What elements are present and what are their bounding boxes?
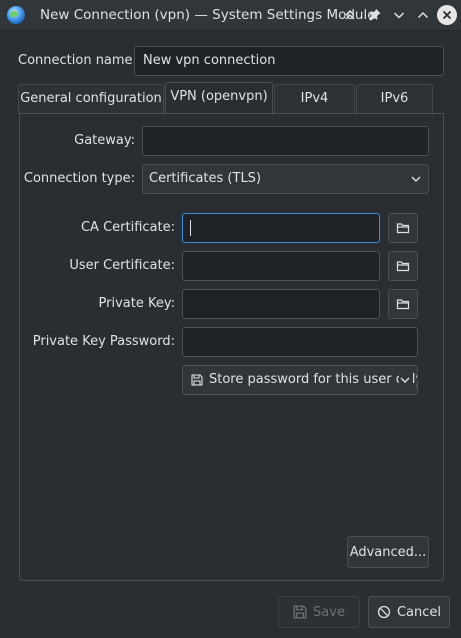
user-certificate-field[interactable] (182, 251, 380, 281)
keep-above-icon[interactable] (340, 5, 360, 25)
folder-icon (396, 223, 410, 234)
maximize-icon[interactable] (413, 5, 433, 25)
pin-icon[interactable] (365, 5, 385, 25)
chevron-down-icon (399, 374, 411, 386)
tab-ipv6[interactable]: IPv6 (356, 84, 433, 114)
tab-vpn-openvpn[interactable]: VPN (openvpn) (165, 82, 273, 114)
password-storage-value: Store password for this user only (209, 372, 418, 387)
ca-certificate-label: CA Certificate: (80, 220, 175, 235)
gateway-label: Gateway: (74, 133, 135, 148)
title-bar: New Connection (vpn) — System Settings M… (0, 0, 461, 31)
cancel-button-label: Cancel (396, 604, 442, 620)
connection-type-label: Connection type: (23, 171, 135, 186)
gateway-field[interactable] (142, 126, 429, 156)
private-key-password-field[interactable] (182, 327, 418, 357)
connection-type-select[interactable]: Certificates (TLS) (142, 164, 429, 194)
private-key-field[interactable] (182, 289, 380, 319)
private-key-label: Private Key: (98, 296, 175, 311)
user-certificate-label: User Certificate: (69, 258, 175, 273)
save-button[interactable]: Save (278, 596, 360, 628)
cancel-icon (377, 605, 391, 619)
folder-icon (396, 261, 410, 272)
text-cursor (190, 220, 191, 236)
chevron-down-icon (411, 176, 421, 182)
window-title: New Connection (vpn) — System Settings M… (40, 7, 376, 23)
folder-icon (396, 299, 410, 310)
save-icon (191, 374, 203, 386)
private-key-password-label: Private Key Password: (32, 334, 175, 349)
ca-certificate-field[interactable] (182, 213, 380, 243)
ca-certificate-browse-button[interactable] (388, 213, 418, 243)
close-icon[interactable] (437, 5, 457, 25)
private-key-browse-button[interactable] (388, 289, 418, 319)
save-icon (293, 605, 307, 619)
password-storage-select[interactable]: Store password for this user only (182, 365, 418, 395)
advanced-button[interactable]: Advanced... (347, 536, 429, 568)
globe-icon (7, 6, 25, 24)
minimize-icon[interactable] (389, 5, 409, 25)
tab-ipv4[interactable]: IPv4 (274, 84, 355, 114)
connection-type-value: Certificates (TLS) (149, 171, 262, 186)
tab-general-configuration[interactable]: General configuration (18, 84, 164, 114)
user-certificate-browse-button[interactable] (388, 251, 418, 281)
connection-name-label: Connection name: (18, 53, 137, 68)
save-button-label: Save (313, 604, 345, 620)
connection-name-field[interactable]: New vpn connection (134, 46, 444, 76)
cancel-button[interactable]: Cancel (368, 596, 450, 628)
